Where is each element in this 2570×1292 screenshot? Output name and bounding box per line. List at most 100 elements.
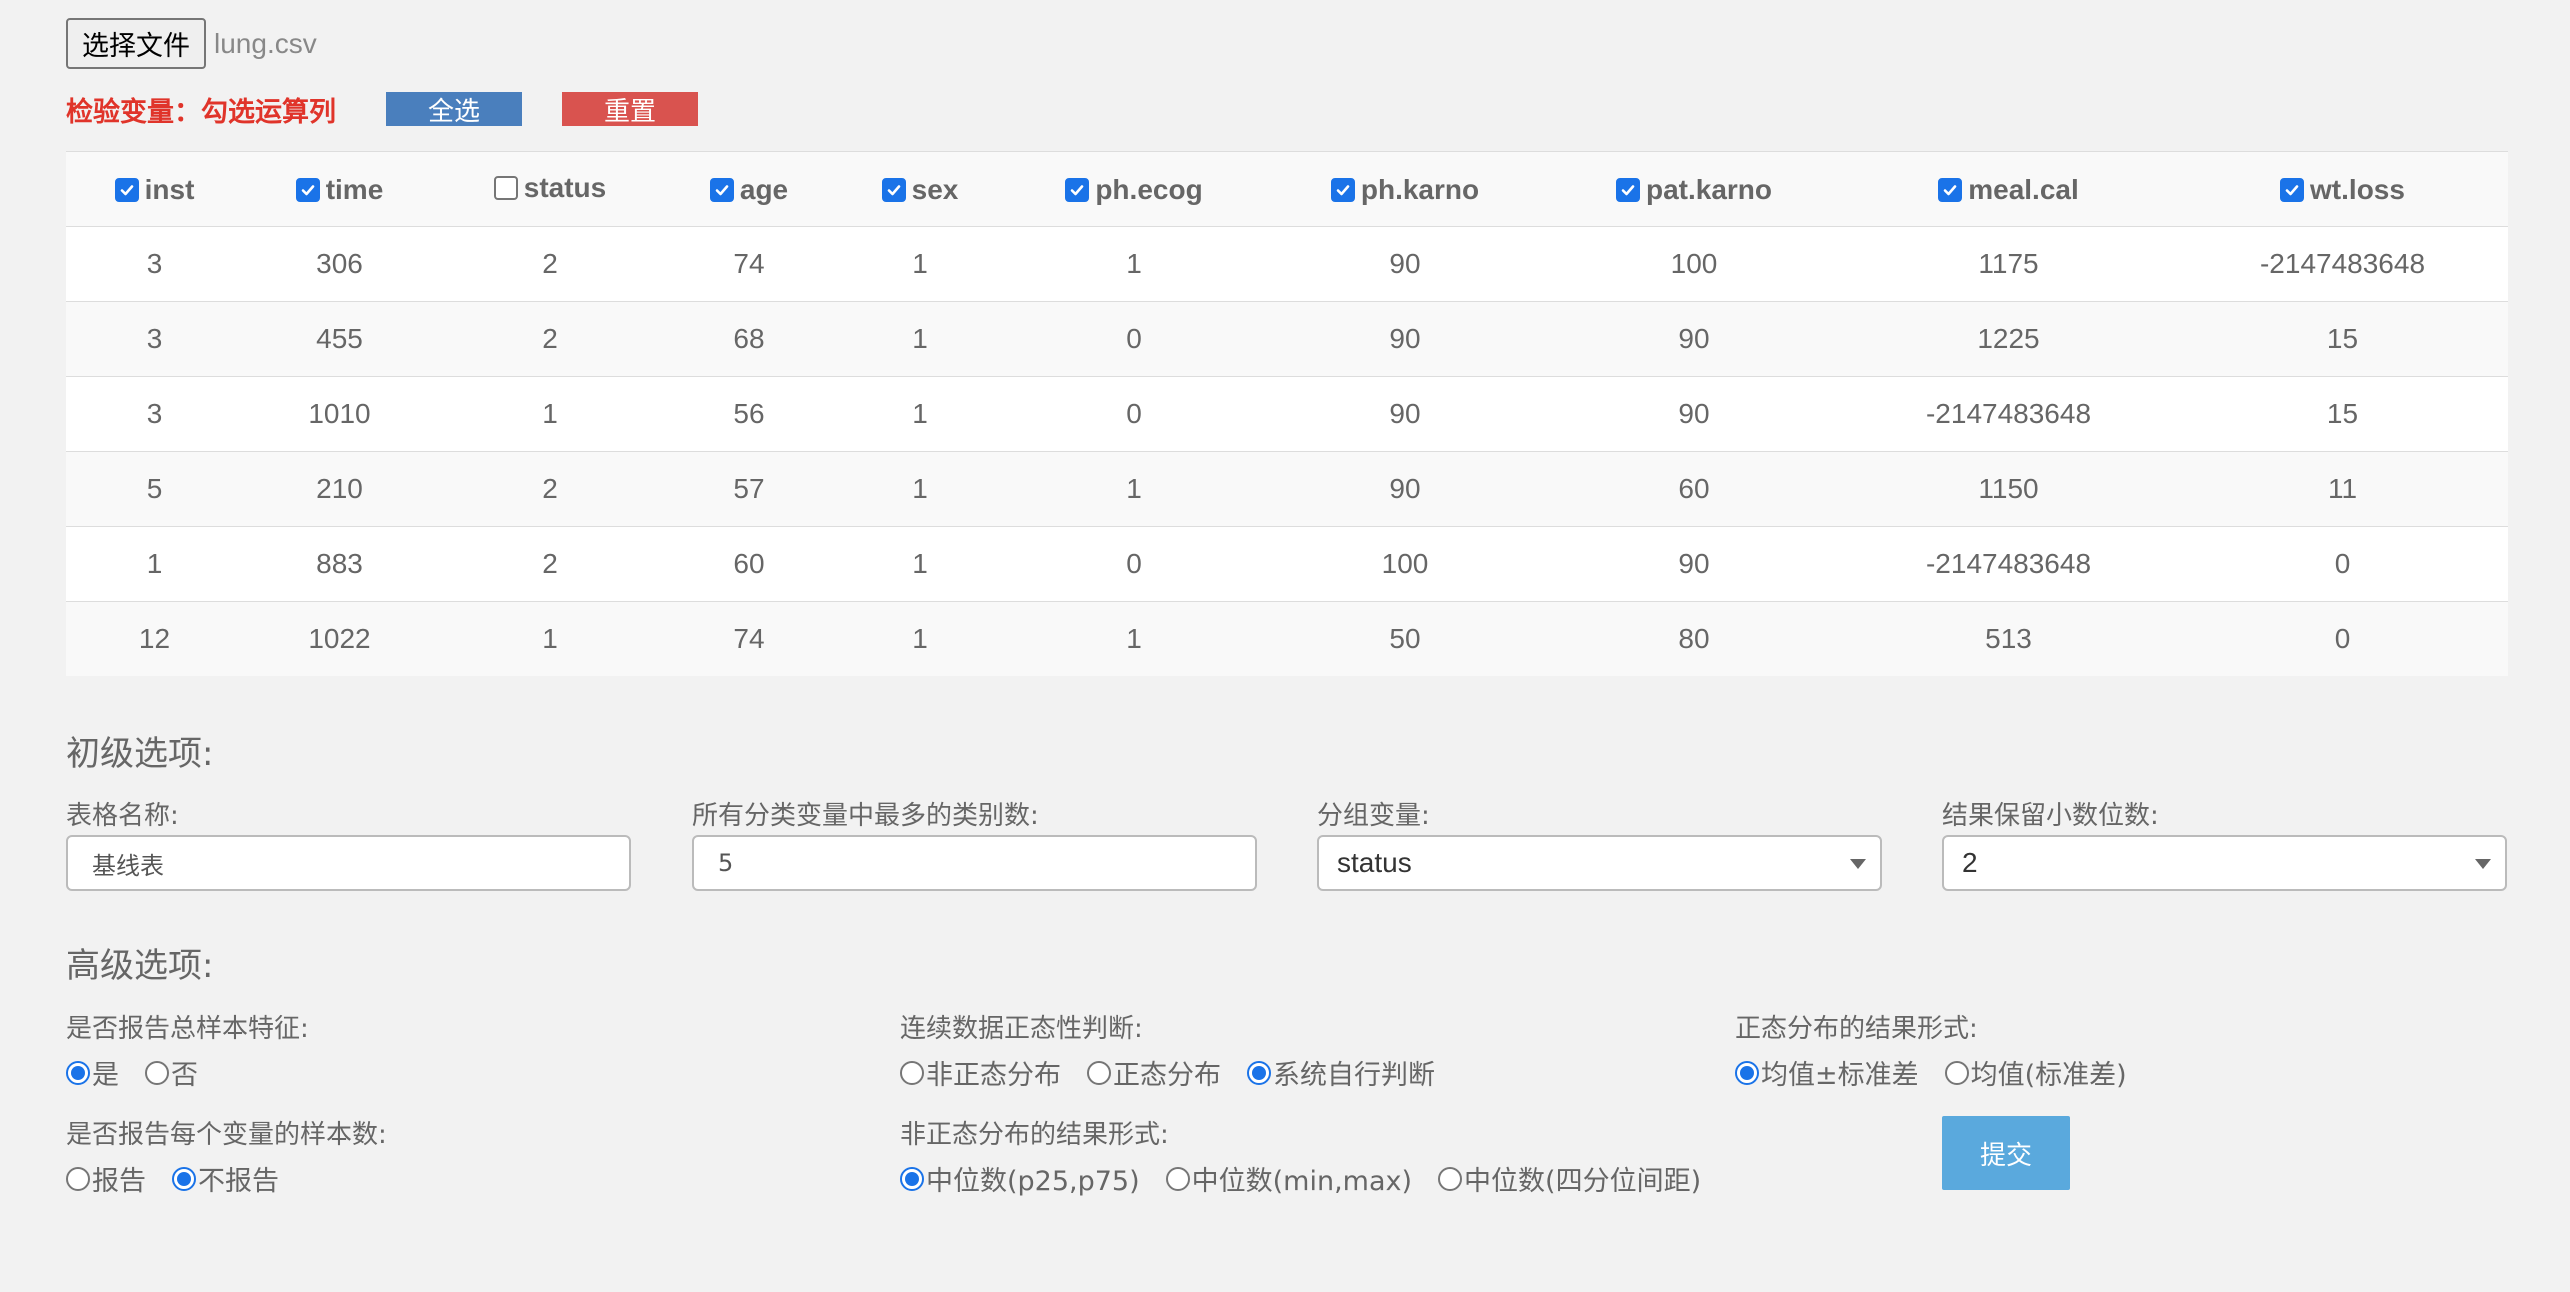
table-cell: 90: [1262, 226, 1548, 302]
nonnormal-format-option[interactable]: 中位数(min,max): [1165, 1159, 1412, 1198]
column-header-inner: ph.karno: [1330, 174, 1479, 206]
column-checkbox[interactable]: [114, 177, 139, 202]
checkmark-icon: [1336, 184, 1350, 195]
radio-button[interactable]: [1247, 1060, 1271, 1085]
table-cell: 1175: [1840, 226, 2177, 302]
radio-button[interactable]: [66, 1060, 90, 1085]
column-checkbox[interactable]: [1065, 177, 1090, 202]
radio-button[interactable]: [900, 1166, 924, 1191]
column-checkbox[interactable]: [295, 177, 320, 202]
normality-option[interactable]: 正态分布: [1087, 1053, 1221, 1092]
column-name: wt.loss: [2310, 173, 2405, 205]
table-header-row: inst time status age sex ph.ecog ph.karno pat.k…: [66, 151, 2508, 227]
column-name: inst: [144, 173, 195, 205]
column-checkbox[interactable]: [881, 177, 906, 202]
report-total-option-label: 是: [92, 1060, 119, 1091]
radio-button[interactable]: [1438, 1166, 1463, 1191]
normality-label: 连续数据正态性判断:: [900, 1014, 1143, 1044]
column-header: status: [436, 151, 664, 227]
column-checkbox[interactable]: [1938, 177, 1963, 202]
table-cell: 90: [1262, 301, 1548, 377]
table-cell: 15: [2177, 301, 2508, 377]
table-cell: 2: [436, 301, 664, 377]
table-cell: 5: [66, 451, 243, 527]
column-header-inner: time: [295, 173, 384, 206]
select-all-button[interactable]: 全选: [386, 92, 522, 127]
file-name: lung.csv: [214, 27, 317, 59]
table-cell: 11: [2177, 451, 2508, 527]
normality-option[interactable]: 非正态分布: [900, 1053, 1061, 1092]
radio-button[interactable]: [66, 1166, 90, 1191]
table-cell: 513: [1840, 601, 2177, 676]
table-cell: 2: [436, 526, 664, 602]
checkmark-icon: [2285, 184, 2299, 195]
column-name: sex: [911, 173, 959, 205]
max-categories-input[interactable]: [692, 835, 1257, 891]
column-name: time: [325, 173, 384, 205]
column-header: age: [664, 151, 834, 227]
table-cell: 3: [66, 301, 243, 377]
normal-format-label: 正态分布的结果形式:: [1735, 1014, 1978, 1044]
normal-format-option[interactable]: 均值±标准差: [1735, 1053, 1919, 1092]
table-cell: 1: [834, 376, 1006, 452]
radio-button[interactable]: [1944, 1060, 1969, 1085]
table-cell: 90: [1262, 376, 1548, 452]
choose-file-button[interactable]: 选择文件: [66, 18, 206, 69]
radio-button[interactable]: [145, 1060, 169, 1085]
table-body: 3 306 2 74 1 1 90 100 1175 -2147483648 3 455 2 68 1 0 90…: [66, 226, 2508, 676]
radio-button[interactable]: [172, 1166, 196, 1191]
column-checkbox[interactable]: [709, 177, 734, 202]
checkmark-icon: [887, 184, 900, 195]
checkmark-icon: [715, 184, 729, 195]
table-cell: 0: [2177, 601, 2508, 676]
report-n-option[interactable]: 不报告: [172, 1159, 279, 1198]
normality-option[interactable]: 系统自行判断: [1247, 1053, 1435, 1092]
table-cell: 50: [1262, 601, 1548, 676]
column-checkbox[interactable]: [493, 175, 518, 200]
normality-option-label: 非正态分布: [926, 1060, 1061, 1091]
column-name: pat.karno: [1645, 173, 1773, 205]
normal-format-option[interactable]: 均值(标准差): [1944, 1053, 2127, 1092]
column-header: sex: [834, 151, 1006, 227]
normality-option-label: 系统自行判断: [1273, 1060, 1435, 1091]
normality-option-label: 正态分布: [1113, 1060, 1221, 1091]
nonnormal-format-radio-group: 中位数(p25,p75) 中位数(min,max) 中位数(四分位间距): [900, 1159, 1727, 1198]
table-cell: 1: [436, 601, 664, 676]
table-cell: 90: [1548, 376, 1840, 452]
column-checkbox[interactable]: [1330, 177, 1355, 202]
max-categories-label: 所有分类变量中最多的类别数:: [692, 801, 1039, 831]
report-n-option[interactable]: 报告: [66, 1159, 146, 1198]
column-checkbox[interactable]: [2280, 177, 2305, 202]
nonnormal-format-option[interactable]: 中位数(四分位间距): [1438, 1159, 1701, 1198]
column-header: meal.cal: [1840, 151, 2177, 227]
table-cell: 74: [664, 601, 834, 676]
table-name-label: 表格名称:: [66, 801, 179, 831]
column-checkbox[interactable]: [1615, 177, 1640, 202]
table-cell: 1: [1006, 601, 1262, 676]
table-cell: 306: [243, 226, 436, 302]
report-total-option[interactable]: 否: [145, 1053, 198, 1092]
nonnormal-format-option[interactable]: 中位数(p25,p75): [900, 1159, 1140, 1198]
column-header-inner: pat.karno: [1615, 173, 1773, 206]
table-row: 3 455 2 68 1 0 90 90 1225 15: [66, 301, 2508, 377]
radio-button[interactable]: [1735, 1060, 1759, 1085]
radio-button[interactable]: [1165, 1166, 1190, 1191]
data-table-wrap: inst time status age sex ph.ecog ph.karno pat.k…: [66, 151, 2508, 676]
table-cell: 0: [2177, 526, 2508, 602]
column-header-inner: status: [493, 171, 607, 204]
submit-button[interactable]: 提交: [1942, 1116, 2070, 1190]
table-cell: 60: [664, 526, 834, 602]
decimals-select[interactable]: 2: [1942, 835, 2507, 891]
radio-button[interactable]: [900, 1060, 924, 1085]
column-name: status: [523, 171, 607, 203]
column-name: age: [739, 173, 789, 205]
radio-button[interactable]: [1087, 1060, 1111, 1085]
normality-radio-group: 非正态分布 正态分布 系统自行判断: [900, 1053, 1461, 1092]
checkmark-icon: [1621, 184, 1635, 195]
table-name-input[interactable]: [66, 835, 631, 891]
report-n-option-label: 不报告: [198, 1166, 279, 1197]
group-variable-select[interactable]: status: [1317, 835, 1882, 891]
reset-button[interactable]: 重置: [562, 92, 698, 127]
table-cell: 455: [243, 301, 436, 377]
report-total-option[interactable]: 是: [66, 1053, 119, 1092]
